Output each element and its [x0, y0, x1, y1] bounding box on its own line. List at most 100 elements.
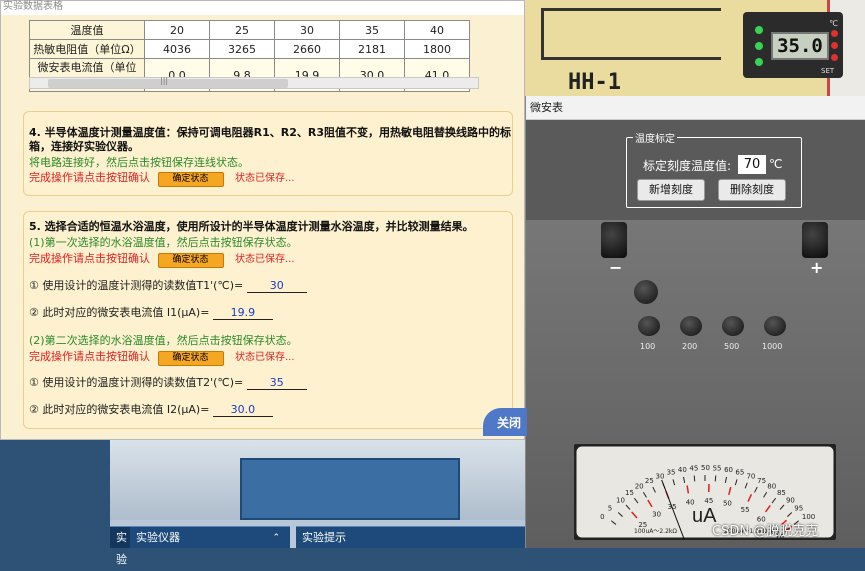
window-title: 微安表 — [526, 96, 865, 120]
table-cell: 2181 — [340, 40, 405, 59]
close-button[interactable]: 关闭 — [483, 408, 527, 436]
confirm-state-button[interactable]: 确定状态 — [158, 172, 224, 187]
t2-input[interactable]: 35 — [247, 376, 307, 390]
temperature-label: 30 — [652, 511, 661, 519]
scrollbar-thumb[interactable]: ||| — [48, 79, 288, 88]
table-cell: 40 — [405, 21, 470, 40]
display-unit: ℃ — [829, 19, 838, 28]
scale-number: 0 — [600, 513, 604, 521]
microammeter-window: 微安表 温度标定 标定刻度温度值: 70 ℃ 新增刻度 删除刻度 − + 100… — [525, 96, 865, 548]
table-row: 温度值 20 25 30 35 40 — [30, 21, 470, 40]
indicator-light-3 — [755, 58, 763, 66]
first-confirm-row: 完成操作请点击按钮确认 确定状态 状态已保存... — [29, 250, 295, 268]
tab-experiment-instruments[interactable]: 实验仪器 ⌃ — [130, 526, 290, 548]
scale-tick — [715, 475, 716, 481]
section4-confirm-row: 完成操作请点击按钮确认 确定状态 状态已保存... — [29, 169, 295, 187]
thermostat-device: HH-1 35.0 ℃ SET — [475, 0, 865, 100]
range-label-1000: 1000 — [762, 342, 782, 351]
section-5: 5. 选择合适的恒温水浴温度，使用所设计的半导体温度计测量水浴温度，并比较测量结… — [23, 211, 513, 429]
i1-row: ② 此时对应的微安表电流值 I1(μA)= 19.9 — [29, 304, 273, 320]
table-cell: 25 — [210, 21, 275, 40]
temperature-label: 55 — [741, 506, 750, 514]
section-4: 4. 半导体温度计测量温度值：保持可调电阻器R1、R2、R3阻值不变，用热敏电阻… — [23, 111, 513, 196]
table-cell: 2660 — [275, 40, 340, 59]
second-bath-instruction: (2)第二次选择的水浴温度值，然后点击按钮保存状态。 — [29, 332, 298, 348]
row-header: 热敏电阻值（单位Ω） — [30, 40, 145, 59]
negative-terminal[interactable] — [601, 222, 627, 258]
scale-number: 85 — [777, 489, 786, 497]
scale-number: 90 — [786, 496, 795, 504]
spec-100: 100uA～2.2kΩ — [634, 528, 677, 535]
confirm-prompt: 完成操作请点击按钮确认 — [29, 350, 150, 363]
thermostat-body: HH-1 35.0 ℃ SET — [510, 0, 830, 100]
calibration-unit: ℃ — [769, 157, 782, 171]
scale-tick — [694, 475, 695, 481]
thermostat-model: HH-1 — [568, 70, 621, 95]
section4-heading-2: 箱，连接好实验仪器。 — [29, 138, 139, 154]
scale-number: 25 — [645, 477, 654, 485]
range-terminal-500[interactable] — [722, 316, 744, 336]
watermark: CSDN @脱脱克克 — [712, 520, 818, 539]
scale-number: 70 — [746, 472, 755, 480]
bottom-tab-fragment[interactable]: 实验 — [110, 526, 130, 548]
scroll-grip: ||| — [160, 76, 168, 85]
i2-input[interactable]: 30.0 — [213, 403, 273, 417]
minus-label: − — [609, 258, 622, 277]
save-status: 状态已保存... — [235, 352, 295, 363]
range-terminal-1000[interactable] — [764, 316, 786, 336]
tab-experiment-hints[interactable]: 实验提示 — [296, 526, 525, 548]
scale-number: 20 — [635, 483, 644, 491]
tab-instruments-label: 实验仪器 — [136, 531, 180, 544]
scale-number: 60 — [724, 466, 733, 474]
plus-label: + — [810, 258, 823, 277]
i1-label: ② 此时对应的微安表电流值 I1(μA)= — [29, 306, 209, 319]
collapse-icon[interactable]: ⌃ — [272, 527, 280, 549]
scale-number: 80 — [767, 483, 776, 491]
table-row: 热敏电阻值（单位Ω） 4036 3265 2660 2181 1800 — [30, 40, 470, 59]
indicator-light-2 — [755, 42, 763, 50]
t2-row: ① 使用设计的温度计测得的读数值T2'(℃)= 35 — [29, 374, 307, 390]
scale-number: 30 — [656, 472, 665, 480]
down-button[interactable] — [831, 42, 838, 49]
delete-scale-button[interactable]: 删除刻度 — [718, 179, 786, 201]
i1-input[interactable]: 19.9 — [213, 306, 273, 320]
table-cell: 35 — [340, 21, 405, 40]
calibration-value-input[interactable]: 70 — [738, 155, 766, 174]
add-scale-button[interactable]: 新增刻度 — [637, 179, 705, 201]
range-terminal-200[interactable] — [680, 316, 702, 336]
range-label-100: 100 — [640, 342, 655, 351]
up-button[interactable] — [831, 30, 838, 37]
positive-terminal[interactable] — [802, 222, 828, 258]
t1-label: ① 使用设计的温度计测得的读数值T1'(℃)= — [29, 279, 243, 292]
table-cell: 4036 — [145, 40, 210, 59]
tab-hints-label: 实验提示 — [302, 531, 346, 544]
range-terminal-100[interactable] — [638, 316, 660, 336]
window-title: 实验数据表格 — [1, 1, 524, 15]
scale-number: 50 — [701, 464, 710, 472]
thermostat-frame — [541, 8, 721, 60]
horizontal-scrollbar[interactable]: ||| — [29, 77, 479, 89]
zero-adjust-knob[interactable] — [634, 280, 658, 304]
table-cell: 30 — [275, 21, 340, 40]
t2-label: ① 使用设计的温度计测得的读数值T2'(℃)= — [29, 376, 243, 389]
save-status: 状态已保存... — [235, 254, 295, 265]
scale-number: 55 — [713, 465, 722, 473]
calibration-group-title: 温度标定 — [633, 130, 677, 145]
first-bath-instruction: (1)第一次选择的水浴温度值，然后点击按钮保存状态。 — [29, 234, 298, 250]
thermostat-control-panel: 35.0 ℃ SET — [743, 12, 843, 78]
temperature-calibration-group: 温度标定 标定刻度温度值: 70 ℃ 新增刻度 删除刻度 — [626, 137, 802, 208]
confirm-state-button-1[interactable]: 确定状态 — [158, 253, 224, 268]
range-label-500: 500 — [724, 342, 739, 351]
temperature-display: 35.0 — [771, 32, 829, 60]
i2-row: ② 此时对应的微安表电流值 I2(μA)= 30.0 — [29, 401, 273, 417]
lab-panel — [240, 458, 460, 520]
t1-input[interactable]: 30 — [247, 279, 307, 293]
temperature-label: 50 — [723, 500, 732, 508]
save-status: 状态已保存... — [235, 173, 295, 184]
table-cell: 20 — [145, 21, 210, 40]
section4-instruction: 将电路连接好，然后点击按钮保存连线状态。 — [29, 154, 249, 170]
set-button[interactable] — [831, 54, 838, 61]
confirm-prompt: 完成操作请点击按钮确认 — [29, 252, 150, 265]
confirm-state-button-2[interactable]: 确定状态 — [158, 351, 224, 366]
data-table-window: 实验数据表格 温度值 20 25 30 35 40 热敏电阻值（单位Ω） 403… — [0, 0, 525, 440]
